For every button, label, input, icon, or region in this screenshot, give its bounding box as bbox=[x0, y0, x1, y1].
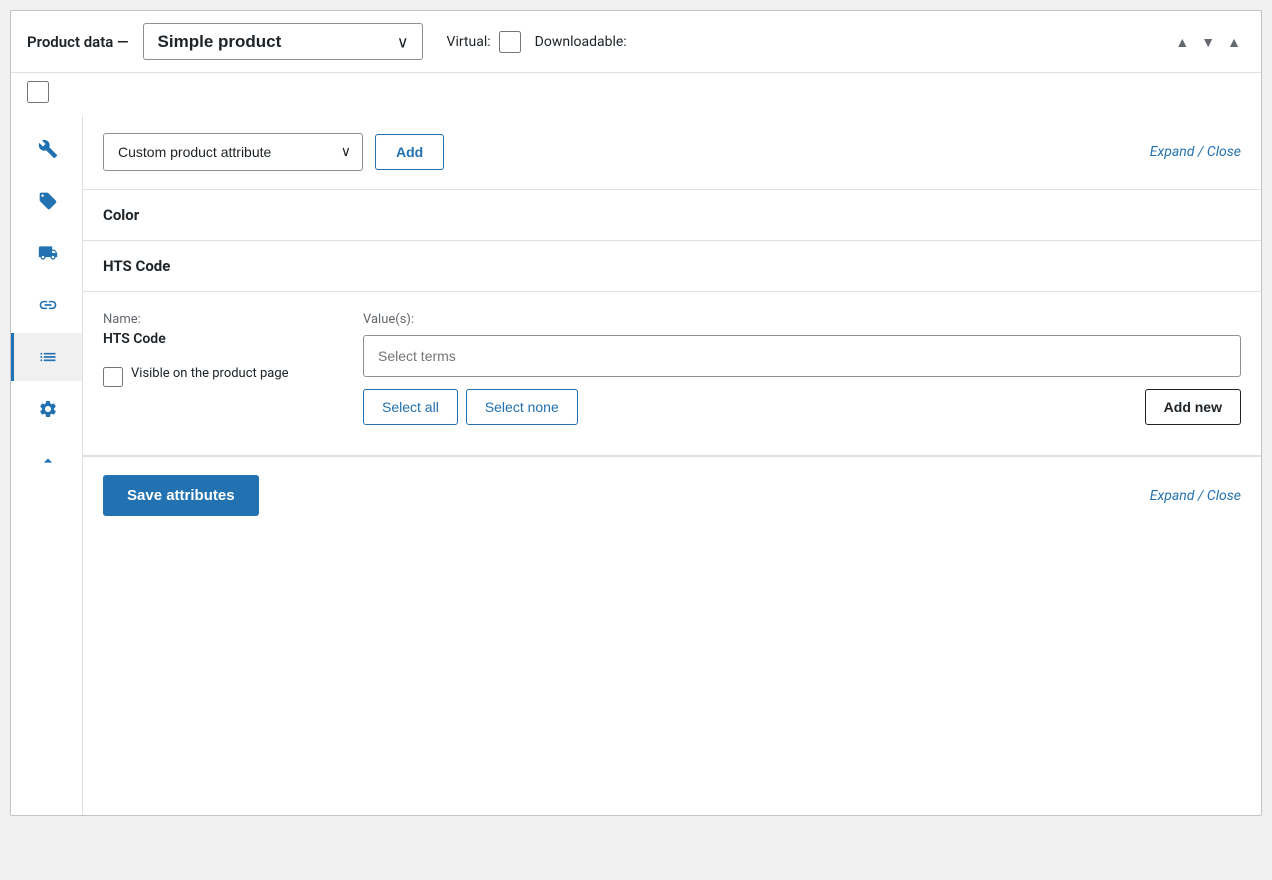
sidebar-item-linked[interactable] bbox=[11, 281, 82, 329]
visible-on-product-checkbox[interactable] bbox=[103, 367, 123, 387]
panel-footer: Save attributes Expand / Close bbox=[83, 456, 1261, 534]
sidebar-item-general[interactable] bbox=[11, 125, 82, 173]
sidebar-item-attributes[interactable] bbox=[11, 333, 82, 381]
sort-up-arrow[interactable]: ▲ bbox=[1171, 32, 1193, 52]
sidebar-item-variations[interactable] bbox=[11, 385, 82, 433]
product-data-label: Product data — bbox=[27, 33, 129, 51]
values-label: Value(s): bbox=[363, 312, 1241, 327]
sidebar-item-advanced[interactable] bbox=[11, 437, 82, 485]
virtual-group: Virtual: bbox=[447, 31, 521, 53]
visible-checkbox-row: Visible on the product page bbox=[103, 365, 323, 387]
header-checkbox-row bbox=[11, 73, 1261, 115]
advanced-icon bbox=[38, 451, 58, 471]
attr-left: Name: HTS Code Visible on the product pa… bbox=[103, 312, 323, 425]
attr-select-wrapper[interactable]: Custom product attribute bbox=[103, 133, 363, 171]
list-icon bbox=[38, 347, 58, 367]
attribute-type-select[interactable]: Custom product attribute bbox=[103, 133, 363, 171]
sort-top-arrow[interactable]: ▲ bbox=[1223, 32, 1245, 52]
gear-icon bbox=[38, 399, 58, 419]
product-type-select-wrapper[interactable]: Simple product bbox=[143, 23, 423, 60]
attr-right: Value(s): Select all Select none Add new bbox=[363, 312, 1241, 425]
wrench-icon bbox=[38, 139, 58, 159]
attr-action-buttons: Select all Select none Add new bbox=[363, 389, 1241, 425]
add-attribute-button[interactable]: Add bbox=[375, 134, 444, 170]
sort-arrows: ▲ ▼ ▲ bbox=[1171, 32, 1245, 52]
virtual-label: Virtual: bbox=[447, 34, 491, 50]
hts-code-attribute-header[interactable]: HTS Code bbox=[83, 241, 1261, 291]
sidebar-item-shipping[interactable] bbox=[11, 229, 82, 277]
hts-code-attribute-section: HTS Code Name: HTS Code Visible on the p… bbox=[83, 241, 1261, 456]
select-terms-input[interactable] bbox=[363, 335, 1241, 377]
downloadable-label: Downloadable: bbox=[535, 34, 627, 50]
visible-label: Visible on the product page bbox=[131, 365, 289, 383]
header-checkbox[interactable] bbox=[27, 81, 49, 103]
expand-close-link-bottom[interactable]: Expand / Close bbox=[1150, 488, 1241, 504]
sidebar bbox=[11, 115, 83, 815]
product-type-select[interactable]: Simple product bbox=[143, 23, 423, 60]
virtual-checkbox[interactable] bbox=[499, 31, 521, 53]
attr-name-value: HTS Code bbox=[103, 331, 323, 347]
select-all-button[interactable]: Select all bbox=[363, 389, 458, 425]
color-attribute-header[interactable]: Color bbox=[83, 190, 1261, 240]
tags-icon bbox=[38, 191, 58, 211]
add-new-button[interactable]: Add new bbox=[1145, 389, 1241, 425]
save-attributes-button[interactable]: Save attributes bbox=[103, 475, 259, 516]
content-panel: Custom product attribute Add Expand / Cl… bbox=[83, 115, 1261, 815]
link-icon bbox=[38, 295, 58, 315]
sidebar-item-inventory[interactable] bbox=[11, 177, 82, 225]
attr-selector-row: Custom product attribute Add Expand / Cl… bbox=[83, 115, 1261, 190]
color-attribute-section: Color bbox=[83, 190, 1261, 241]
truck-icon bbox=[38, 243, 58, 263]
select-none-button[interactable]: Select none bbox=[466, 389, 578, 425]
sort-down-arrow[interactable]: ▼ bbox=[1197, 32, 1219, 52]
expand-close-link-top[interactable]: Expand / Close bbox=[1150, 144, 1241, 160]
hts-code-attribute-detail: Name: HTS Code Visible on the product pa… bbox=[83, 291, 1261, 455]
attr-name-label: Name: bbox=[103, 312, 323, 327]
